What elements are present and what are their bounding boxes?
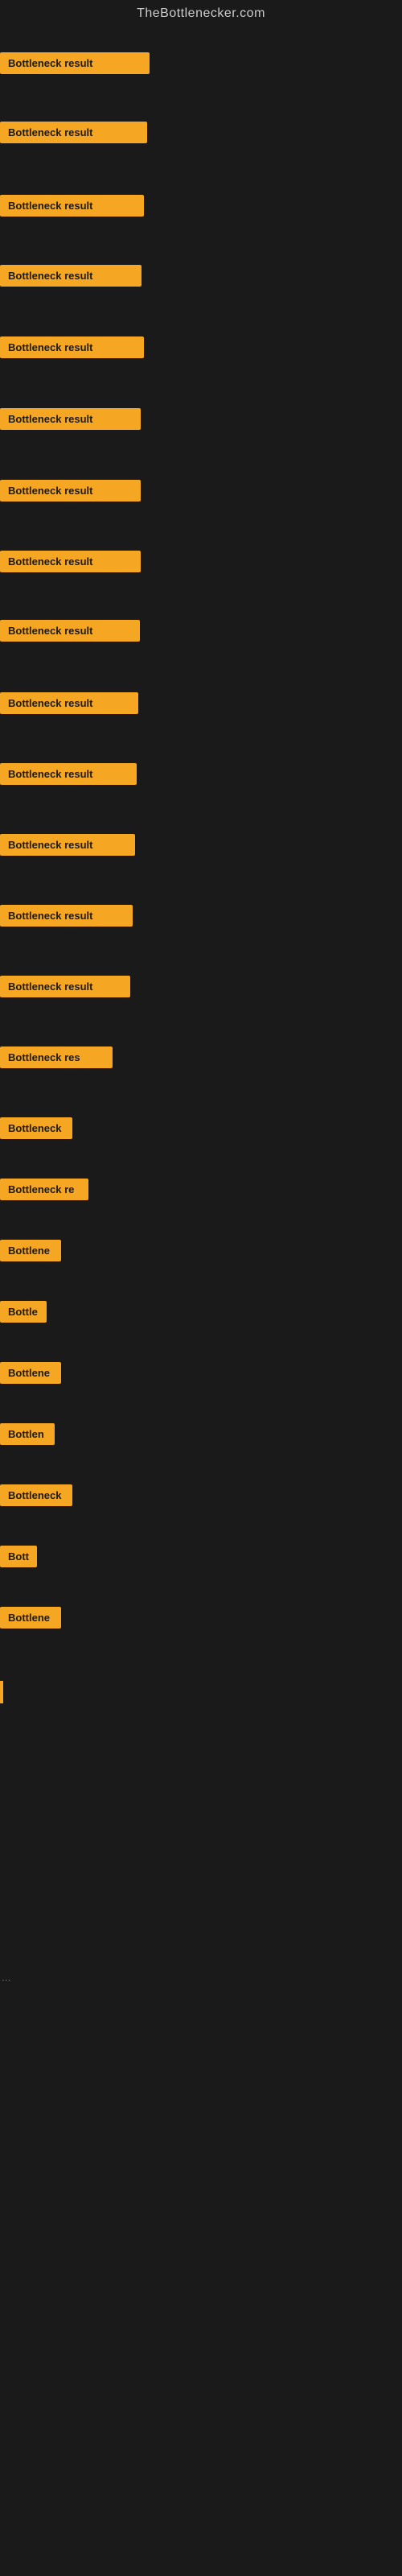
bottleneck-result-item[interactable]: Bottleneck result: [0, 195, 144, 217]
bottleneck-result-item-tiny: [0, 1681, 3, 1703]
bottleneck-result-item[interactable]: Bottlene: [0, 1362, 61, 1384]
bottleneck-result-item[interactable]: Bottlene: [0, 1607, 61, 1629]
bottleneck-result-item[interactable]: Bottleneck result: [0, 336, 144, 358]
site-title: TheBottlenecker.com: [0, 0, 402, 31]
bottleneck-result-item[interactable]: Bottlene: [0, 1240, 61, 1261]
bottleneck-result-item[interactable]: Bottleneck re: [0, 1179, 88, 1200]
bottleneck-result-item[interactable]: Bottleneck result: [0, 408, 141, 430]
bottleneck-result-item[interactable]: Bottleneck result: [0, 834, 135, 856]
bottleneck-result-item[interactable]: Bottleneck result: [0, 551, 141, 572]
bottleneck-result-item[interactable]: Bottleneck result: [0, 976, 130, 997]
bottleneck-result-item[interactable]: Bottleneck result: [0, 763, 137, 785]
bottleneck-result-item[interactable]: Bottleneck: [0, 1484, 72, 1506]
bottleneck-result-item[interactable]: Bottleneck result: [0, 122, 147, 143]
bottleneck-result-item[interactable]: Bottleneck result: [0, 905, 133, 927]
bottleneck-result-item[interactable]: Bottleneck result: [0, 692, 138, 714]
bottleneck-result-item[interactable]: Bott: [0, 1546, 37, 1567]
bottleneck-result-item[interactable]: Bottlen: [0, 1423, 55, 1445]
bottleneck-result-item[interactable]: Bottleneck result: [0, 52, 150, 74]
bottleneck-result-item[interactable]: Bottleneck: [0, 1117, 72, 1139]
ellipsis-indicator: ...: [2, 1971, 11, 1984]
bottleneck-result-item[interactable]: Bottleneck result: [0, 265, 142, 287]
bottleneck-result-item[interactable]: Bottleneck result: [0, 620, 140, 642]
bottleneck-result-item[interactable]: Bottle: [0, 1301, 47, 1323]
bottleneck-result-item[interactable]: Bottleneck result: [0, 480, 141, 502]
bottleneck-result-item[interactable]: Bottleneck res: [0, 1046, 113, 1068]
